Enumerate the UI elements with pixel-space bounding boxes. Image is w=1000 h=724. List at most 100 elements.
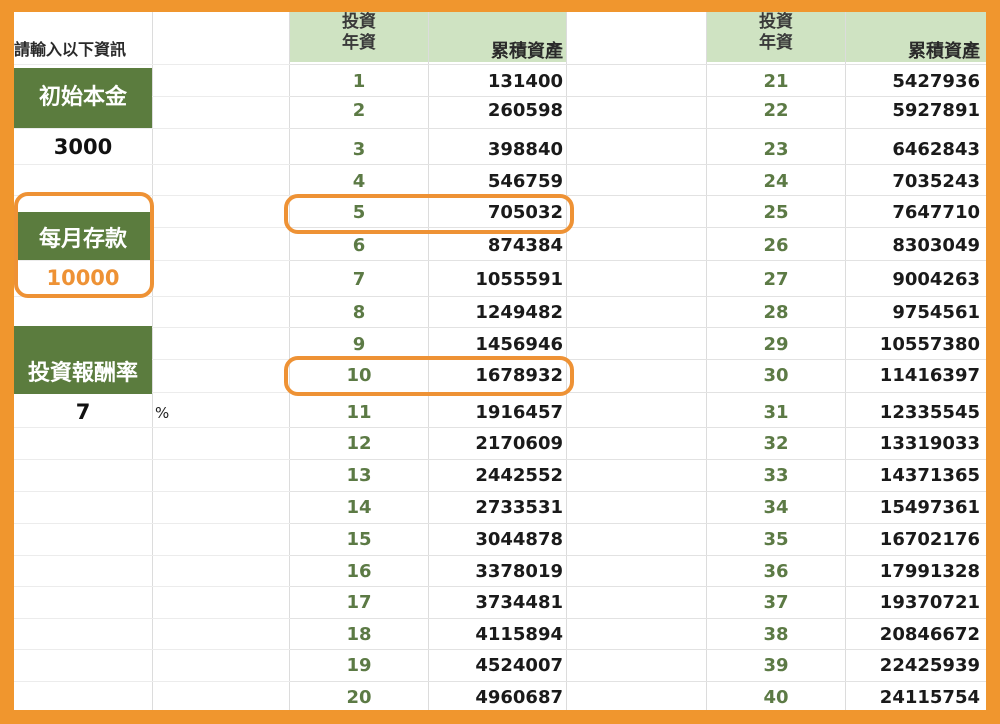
- year-cell: 1: [352, 71, 366, 92]
- accumulated-value-cell: 2442552: [475, 465, 563, 486]
- accumulated-value-cell: 1456946: [475, 334, 563, 355]
- year-cell: 36: [763, 561, 789, 582]
- accumulated-value-cell: 19370721: [879, 592, 980, 613]
- accumulated-value-cell: 4960687: [475, 687, 563, 708]
- year-cell: 37: [763, 592, 789, 613]
- grid-line: [290, 427, 986, 428]
- grid-line: [290, 649, 986, 650]
- grid-line: [14, 164, 290, 165]
- year-cell: 24: [763, 171, 789, 192]
- year-cell: 35: [763, 529, 789, 550]
- principal-value[interactable]: 3000: [14, 132, 152, 162]
- accumulated-value-cell: 1249482: [475, 302, 563, 323]
- accumulated-value-cell: 546759: [487, 171, 563, 192]
- year-cell: 2: [352, 100, 366, 121]
- grid-line: [14, 64, 290, 65]
- accumulated-value-cell: 3378019: [475, 561, 563, 582]
- year-cell: 39: [763, 655, 789, 676]
- accumulated-value-cell: 5427936: [892, 71, 980, 92]
- year-cell: 6: [352, 235, 366, 256]
- grid-line: [14, 618, 290, 619]
- return-rate-value[interactable]: 7: [14, 397, 152, 427]
- year-cell: 14: [346, 497, 372, 518]
- accumulated-value-cell: 7035243: [892, 171, 980, 192]
- year-cell: 12: [346, 433, 372, 454]
- year-cell: 26: [763, 235, 789, 256]
- accumulated-value-cell: 1055591: [475, 269, 563, 290]
- grid-line: [290, 555, 986, 556]
- grid-line: [14, 491, 290, 492]
- year-cell: 34: [763, 497, 789, 518]
- grid-line: [290, 586, 986, 587]
- grid-line: [14, 128, 290, 129]
- accumulated-value-cell: 9004263: [892, 269, 980, 290]
- year-cell: 25: [763, 202, 789, 223]
- year-header-line2: 年資: [759, 33, 793, 53]
- year-cell: 16: [346, 561, 372, 582]
- grid-line: [290, 128, 986, 129]
- grid-line: [290, 260, 986, 261]
- accumulated-value-cell: 15497361: [879, 497, 980, 518]
- year-cell: 21: [763, 71, 789, 92]
- grid-line: [14, 523, 290, 524]
- accum-header-left: 累積資產: [429, 12, 566, 62]
- accumulated-value-cell: 12335545: [879, 402, 980, 423]
- accumulated-value-cell: 24115754: [879, 687, 980, 708]
- accum-header-label: 累積資產: [908, 41, 980, 62]
- year-cell: 20: [346, 687, 372, 708]
- year-header-line2: 年資: [342, 33, 376, 53]
- percent-unit: %: [155, 404, 170, 422]
- accumulated-value-cell: 2170609: [475, 433, 563, 454]
- year-header-right: 投資 年資: [707, 12, 845, 62]
- accum-header-label: 累積資產: [491, 41, 563, 62]
- year-cell: 23: [763, 139, 789, 160]
- accumulated-value-cell: 20846672: [879, 624, 980, 645]
- year-cell: 17: [346, 592, 372, 613]
- year-header-line1: 投資: [759, 12, 793, 32]
- accumulated-value-cell: 8303049: [892, 235, 980, 256]
- accumulated-value-cell: 6462843: [892, 139, 980, 160]
- year-cell: 27: [763, 269, 789, 290]
- accumulated-value-cell: 2733531: [475, 497, 563, 518]
- year-cell: 7: [352, 269, 366, 290]
- year-cell: 11: [346, 402, 372, 423]
- input-prompt: 請輸入以下資訊: [14, 40, 127, 59]
- grid-line: [290, 327, 986, 328]
- grid-line: [14, 586, 290, 587]
- accum-header-right: 累積資產: [846, 12, 986, 62]
- accumulated-value-cell: 17991328: [879, 561, 980, 582]
- grid-line: [152, 12, 153, 710]
- accumulated-value-cell: 4115894: [475, 624, 563, 645]
- accumulated-value-cell: 11416397: [879, 365, 980, 386]
- grid-line: [290, 64, 986, 65]
- accumulated-value-cell: 22425939: [879, 655, 980, 676]
- accumulated-value-cell: 3734481: [475, 592, 563, 613]
- accumulated-value-cell: 4524007: [475, 655, 563, 676]
- grid-line: [290, 618, 986, 619]
- year-cell: 15: [346, 529, 372, 550]
- grid-line: [290, 96, 986, 97]
- year-cell: 30: [763, 365, 789, 386]
- grid-line: [14, 459, 290, 460]
- year-cell: 3: [352, 139, 366, 160]
- accumulated-value-cell: 16702176: [879, 529, 980, 550]
- monthly-deposit-highlight: [14, 192, 154, 298]
- year-cell: 40: [763, 687, 789, 708]
- year-cell: 28: [763, 302, 789, 323]
- grid-line: [14, 681, 290, 682]
- grid-line: [290, 296, 986, 297]
- year-cell: 13: [346, 465, 372, 486]
- grid-line: [14, 649, 290, 650]
- year-10-highlight: [284, 356, 574, 396]
- accumulated-value-cell: 874384: [487, 235, 563, 256]
- grid-line: [290, 523, 986, 524]
- accumulated-value-cell: 398840: [487, 139, 563, 160]
- grid-line: [14, 427, 290, 428]
- spreadsheet: 請輸入以下資訊 初始本金 3000 每月存款 10000 投資報酬率 7 % 投…: [14, 12, 986, 710]
- accumulated-value-cell: 14371365: [879, 465, 980, 486]
- accumulated-value-cell: 260598: [487, 100, 563, 121]
- year-cell: 33: [763, 465, 789, 486]
- principal-label: 初始本金: [14, 68, 152, 128]
- accumulated-value-cell: 5927891: [892, 100, 980, 121]
- year-cell: 38: [763, 624, 789, 645]
